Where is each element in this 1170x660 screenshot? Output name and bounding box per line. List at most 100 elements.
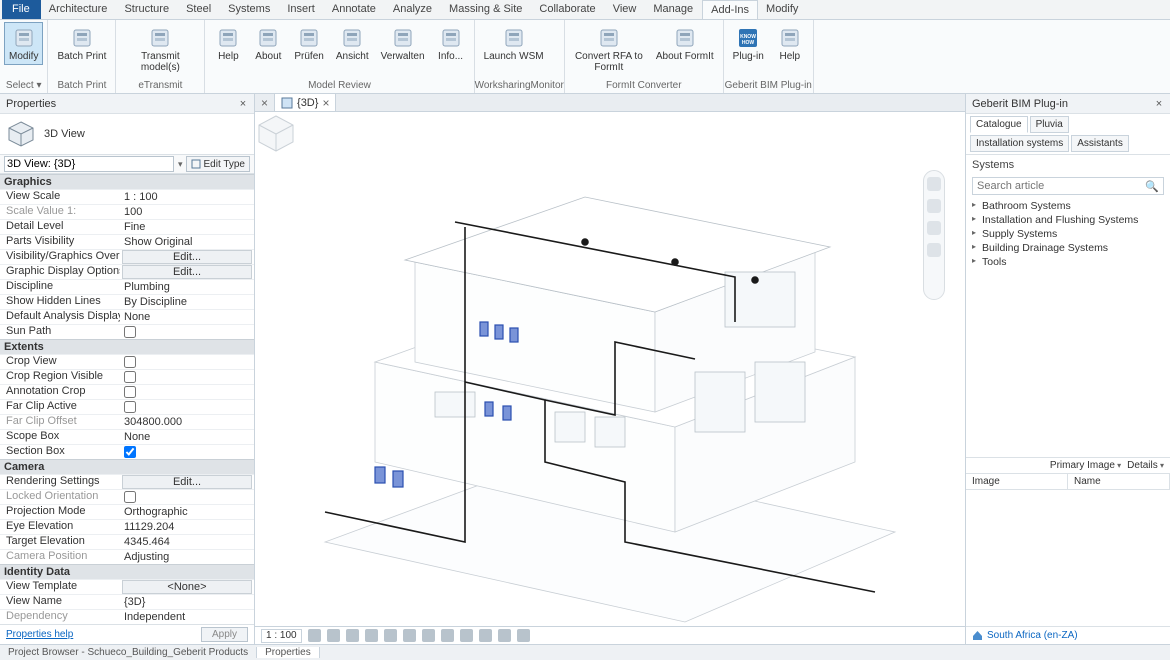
prop-value[interactable]: None — [120, 310, 254, 324]
ribbon-tab-analyze[interactable]: Analyze — [385, 0, 441, 19]
properties-help-link[interactable]: Properties help — [6, 629, 73, 640]
properties-dock-tab[interactable]: × — [255, 94, 275, 111]
constraints-icon[interactable] — [517, 629, 530, 642]
search-input[interactable] — [973, 178, 1141, 194]
ribbon-btn-about-formit[interactable]: About FormIt — [651, 22, 719, 76]
prop-edit-button[interactable]: Edit... — [122, 265, 252, 279]
close-icon[interactable]: × — [1154, 98, 1164, 110]
analytical-icon[interactable] — [498, 629, 511, 642]
type-selector[interactable]: 3D View — [0, 114, 254, 154]
prop-row[interactable]: Section Box — [0, 444, 254, 459]
ribbon-btn-modify[interactable]: Modify — [4, 22, 43, 65]
prop-row[interactable]: Scale Value 1:100 — [0, 204, 254, 219]
detail-level-icon[interactable] — [308, 629, 321, 642]
ribbon-btn-ansicht[interactable]: Ansicht — [331, 22, 374, 65]
prop-edit-button[interactable]: Edit... — [122, 475, 252, 489]
prop-row[interactable]: View Scale1 : 100 — [0, 189, 254, 204]
shadows-icon[interactable] — [365, 629, 378, 642]
orbit-icon[interactable] — [927, 243, 941, 257]
search-icon[interactable]: 🔍 — [1141, 180, 1163, 193]
view-scale-selector[interactable]: 1 : 100 — [261, 629, 302, 643]
ribbon-btn-info-[interactable]: Info... — [432, 22, 470, 65]
prop-row[interactable]: Eye Elevation11129.204 — [0, 519, 254, 534]
prop-row[interactable]: Crop Region Visible — [0, 369, 254, 384]
article-search[interactable]: 🔍 — [972, 177, 1164, 195]
tree-node[interactable]: Building Drainage Systems — [972, 241, 1164, 255]
prop-value[interactable]: 1 : 100 — [120, 190, 254, 204]
temp-hide-icon[interactable] — [460, 629, 473, 642]
close-icon[interactable]: × — [238, 98, 248, 110]
sun-path-icon[interactable] — [346, 629, 359, 642]
prop-row[interactable]: Camera PositionAdjusting — [0, 549, 254, 564]
prop-value[interactable]: 11129.204 — [120, 520, 254, 534]
prop-checkbox[interactable] — [120, 325, 254, 339]
prop-value[interactable]: Adjusting — [120, 550, 254, 564]
crop-region-icon[interactable] — [422, 629, 435, 642]
ribbon-tab-add-ins[interactable]: Add-Ins — [702, 0, 758, 19]
ribbon-tab-massing-site[interactable]: Massing & Site — [441, 0, 531, 19]
close-icon[interactable]: × — [322, 96, 329, 110]
prop-checkbox[interactable] — [120, 445, 254, 459]
ribbon-tab-steel[interactable]: Steel — [178, 0, 220, 19]
properties-title-bar[interactable]: Properties × — [0, 94, 254, 114]
prop-row[interactable]: Parts VisibilityShow Original — [0, 234, 254, 249]
ribbon-btn-launch-wsm[interactable]: Launch WSM — [479, 22, 549, 65]
prop-row[interactable]: Graphic Display OptionsEdit... — [0, 264, 254, 279]
prop-value[interactable]: 100 — [120, 205, 254, 219]
view-tab-3d[interactable]: {3D} × — [275, 94, 336, 111]
prop-value[interactable]: Orthographic — [120, 505, 254, 519]
prop-row[interactable]: Rendering SettingsEdit... — [0, 474, 254, 489]
prop-value[interactable]: 304800.000 — [120, 415, 254, 429]
prop-row[interactable]: Sun Path — [0, 324, 254, 339]
prop-row[interactable]: Far Clip Offset304800.000 — [0, 414, 254, 429]
plugin-tab-installation-systems[interactable]: Installation systems — [970, 135, 1069, 152]
prop-row[interactable]: Visibility/Graphics OverridesEdit... — [0, 249, 254, 264]
prop-group-header[interactable]: Identity Data — [0, 564, 254, 579]
viewport-3d[interactable] — [255, 112, 965, 626]
plugin-tab-assistants[interactable]: Assistants — [1071, 135, 1129, 152]
ribbon-btn-help[interactable]: Help — [771, 22, 809, 65]
ribbon-tab-view[interactable]: View — [605, 0, 646, 19]
prop-group-header[interactable]: Camera — [0, 459, 254, 474]
prop-group-header[interactable]: Extents — [0, 339, 254, 354]
prop-row[interactable]: Show Hidden LinesBy Discipline — [0, 294, 254, 309]
ribbon-btn-pr-fen[interactable]: Prüfen — [289, 22, 328, 65]
ribbon-btn-convert-rfa-to-formit[interactable]: Convert RFA to FormIt — [569, 22, 649, 76]
prop-value[interactable]: Independent — [120, 610, 254, 624]
dock-tab[interactable]: Properties — [257, 647, 320, 658]
prop-group-header[interactable]: Graphics — [0, 174, 254, 189]
lock-3d-icon[interactable] — [441, 629, 454, 642]
tree-node[interactable]: Supply Systems — [972, 227, 1164, 241]
prop-row[interactable]: Locked Orientation — [0, 489, 254, 504]
ribbon-btn-verwalten[interactable]: Verwalten — [376, 22, 430, 65]
ribbon-tab-architecture[interactable]: Architecture — [41, 0, 117, 19]
prop-row[interactable]: Annotation Crop — [0, 384, 254, 399]
prop-checkbox[interactable] — [120, 355, 254, 369]
prop-value[interactable]: None — [120, 430, 254, 444]
ribbon-tab-modify[interactable]: Modify — [758, 0, 807, 19]
reveal-hidden-icon[interactable] — [479, 629, 492, 642]
prop-row[interactable]: View Template<None> — [0, 579, 254, 594]
crop-view-icon[interactable] — [403, 629, 416, 642]
plugin-tab-catalogue[interactable]: Catalogue — [970, 116, 1028, 133]
prop-row[interactable]: Crop View — [0, 354, 254, 369]
prop-checkbox[interactable] — [120, 490, 254, 504]
prop-value[interactable]: Show Original — [120, 235, 254, 249]
steering-wheel-icon[interactable] — [927, 177, 941, 191]
prop-row[interactable]: Target Elevation4345.464 — [0, 534, 254, 549]
ribbon-btn-transmit-model-s-[interactable]: Transmit model(s) — [120, 22, 200, 76]
prop-checkbox[interactable] — [120, 400, 254, 414]
rendering-icon[interactable] — [384, 629, 397, 642]
ribbon-tab-systems[interactable]: Systems — [220, 0, 279, 19]
ribbon-tab-file[interactable]: File — [2, 0, 41, 19]
prop-value[interactable]: By Discipline — [120, 295, 254, 309]
prop-value[interactable]: 4345.464 — [120, 535, 254, 549]
locale-selector[interactable]: South Africa (en-ZA) — [966, 626, 1170, 644]
tree-node[interactable]: Bathroom Systems — [972, 199, 1164, 213]
ribbon-btn-about[interactable]: About — [249, 22, 287, 65]
prop-row[interactable]: Far Clip Active — [0, 399, 254, 414]
tree-node[interactable]: Installation and Flushing Systems — [972, 213, 1164, 227]
prop-value[interactable]: Fine — [120, 220, 254, 234]
tree-node[interactable]: Tools — [972, 255, 1164, 269]
close-icon[interactable]: × — [261, 96, 268, 110]
